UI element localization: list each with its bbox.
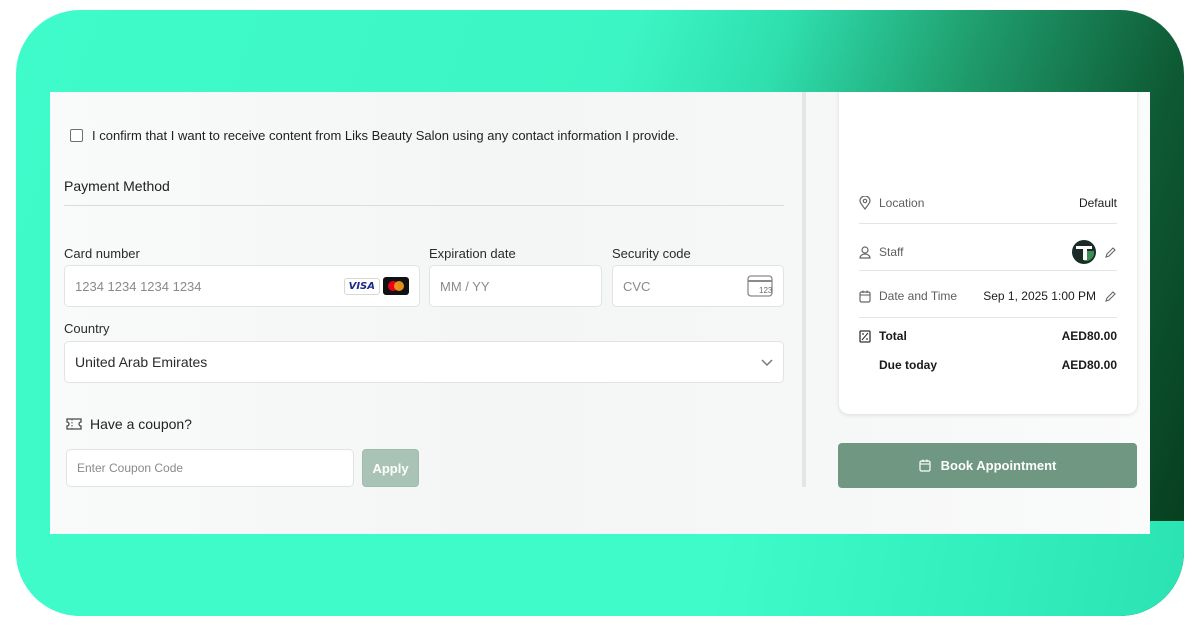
due-label: Due today (879, 358, 938, 372)
column-divider (802, 92, 806, 487)
mastercard-icon (383, 277, 409, 295)
security-code-input[interactable]: CVC 123 (612, 265, 784, 307)
staff-avatar (1072, 240, 1096, 264)
location-pin-icon (859, 196, 871, 210)
summary-divider (859, 270, 1117, 271)
edit-staff-pencil-icon[interactable] (1104, 246, 1117, 259)
summary-total-row: Total AED80.00 (859, 329, 1117, 343)
country-select[interactable]: United Arab Emirates (64, 341, 784, 383)
calendar-icon (859, 290, 871, 303)
calendar-icon (919, 459, 931, 472)
card-number-label: Card number (64, 246, 140, 261)
datetime-label: Date and Time (879, 289, 958, 303)
location-value: Default (1078, 196, 1117, 210)
staff-label: Staff (879, 245, 904, 259)
summary-due-row: Due today AED80.00 (859, 358, 1117, 372)
book-appointment-label: Book Appointment (940, 458, 1057, 473)
datetime-value: Sep 1, 2025 1:00 PM (983, 289, 1096, 303)
security-code-label: Security code (612, 246, 691, 261)
expiration-input[interactable]: MM / YY (429, 265, 602, 307)
ticket-icon (66, 418, 82, 430)
expiration-label: Expiration date (429, 246, 516, 261)
country-label: Country (64, 321, 110, 336)
marketing-consent[interactable]: I confirm that I want to receive content… (70, 128, 679, 143)
country-value: United Arab Emirates (75, 354, 208, 370)
location-label: Location (879, 196, 925, 210)
user-icon (859, 245, 871, 259)
book-appointment-button[interactable]: Book Appointment (838, 443, 1137, 488)
payment-method-divider (64, 205, 784, 206)
consent-checkbox[interactable] (70, 129, 83, 142)
total-label: Total (879, 329, 907, 343)
card-number-input[interactable]: 1234 1234 1234 1234 VISA (64, 265, 420, 307)
coupon-title: Have a coupon? (66, 416, 192, 432)
coupon-title-text: Have a coupon? (90, 416, 192, 432)
due-value: AED80.00 (1061, 358, 1117, 372)
security-code-placeholder: CVC (623, 278, 651, 294)
booking-summary-card: Location Default Staff Date and Time Sep… (839, 92, 1137, 414)
summary-divider (859, 317, 1117, 318)
summary-divider (859, 223, 1117, 224)
expiration-placeholder: MM / YY (440, 278, 490, 294)
chevron-down-icon (761, 354, 773, 370)
summary-staff-row: Staff (859, 240, 1117, 264)
checkout-panel: I confirm that I want to receive content… (50, 92, 1150, 534)
card-number-placeholder: 1234 1234 1234 1234 (75, 278, 202, 294)
receipt-icon (859, 329, 871, 343)
summary-location-row: Location Default (859, 196, 1117, 210)
coupon-input[interactable]: Enter Coupon Code (66, 449, 354, 487)
cvc-icon-digits: 123 (759, 286, 773, 295)
edit-datetime-pencil-icon[interactable] (1104, 290, 1117, 303)
cvc-card-icon: 123 (747, 275, 773, 297)
summary-datetime-row: Date and Time Sep 1, 2025 1:00 PM (859, 289, 1117, 303)
consent-text: I confirm that I want to receive content… (92, 128, 679, 143)
payment-method-title: Payment Method (64, 178, 170, 194)
visa-icon: VISA (343, 277, 380, 295)
coupon-placeholder: Enter Coupon Code (77, 461, 184, 475)
apply-coupon-button[interactable]: Apply (362, 449, 419, 487)
total-value: AED80.00 (1061, 329, 1117, 343)
